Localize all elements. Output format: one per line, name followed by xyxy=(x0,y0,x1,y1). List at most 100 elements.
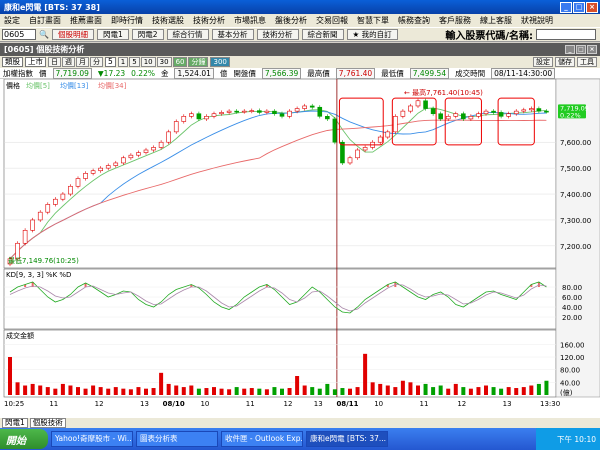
menu-item[interactable]: 推薦畫面 xyxy=(70,15,102,26)
period-button[interactable]: 週 xyxy=(62,57,75,67)
menu-item[interactable]: 技術選股 xyxy=(152,15,184,26)
volume-bar xyxy=(189,385,194,395)
volume-bar xyxy=(506,387,511,395)
volume-bar xyxy=(76,387,80,395)
candle xyxy=(423,100,428,109)
menu-item[interactable]: 即時行情 xyxy=(111,15,143,26)
volume-label: 成交金額 xyxy=(6,331,34,340)
volume-bar xyxy=(151,388,156,395)
candle xyxy=(136,152,141,156)
candle xyxy=(498,112,504,117)
bottom-tab[interactable]: 個股技術 xyxy=(29,418,66,428)
menu-item[interactable]: 線上客服 xyxy=(480,15,512,26)
stock-code-input[interactable]: 0605 xyxy=(2,29,36,40)
x-tick-label: 13 xyxy=(140,400,149,408)
quote-time: 08/11-14:30:00 xyxy=(491,67,556,79)
candle xyxy=(113,162,119,166)
market-select[interactable]: 上市 xyxy=(25,57,46,67)
volume-bar xyxy=(491,387,496,395)
volume-bar xyxy=(181,387,186,395)
search-input[interactable] xyxy=(536,29,596,40)
price-tick-label: 7,500.00 xyxy=(560,165,591,173)
volume-bar xyxy=(438,385,443,395)
technical-chart[interactable]: 7,600.00 7,500.00 7,400.00 7,300.00 7,200.00… xyxy=(0,79,600,418)
volume-bar xyxy=(280,388,284,395)
menu-item[interactable]: 盤後分析 xyxy=(275,15,307,26)
menu-item[interactable]: 交易回報 xyxy=(316,15,348,26)
menu-item[interactable]: 帳務查詢 xyxy=(398,15,430,26)
candle xyxy=(430,108,436,115)
candle xyxy=(302,105,307,109)
panel-maximize-button[interactable]: □ xyxy=(576,45,586,54)
menu-item[interactable]: 設定 xyxy=(4,15,20,26)
period-button[interactable]: 月 xyxy=(76,57,89,67)
volume-tick-label: 80.00 xyxy=(560,367,580,375)
candle xyxy=(68,185,73,195)
minute-button[interactable]: 30 xyxy=(156,57,172,67)
volume-bar xyxy=(68,385,73,395)
chart-tool-button[interactable]: 儲存 xyxy=(555,57,575,67)
toolbar-button[interactable]: 基本分析 xyxy=(211,29,254,40)
candle xyxy=(272,110,277,115)
kd-tick-label: 60.00 xyxy=(562,294,582,302)
candle xyxy=(461,113,466,120)
high-annotation: ← 最高7,761.40(10:45) xyxy=(404,88,483,97)
menu-item[interactable]: 市場訊息 xyxy=(234,15,266,26)
volume-bar xyxy=(98,387,103,395)
toolbar-button[interactable]: 技術分析 xyxy=(256,29,299,40)
favorites-button[interactable]: ★ 我的自訂 xyxy=(346,29,398,40)
minute-button[interactable]: 1 xyxy=(117,57,129,67)
search-icon[interactable]: 🔍 xyxy=(39,30,49,39)
candle xyxy=(226,110,232,113)
menu-item[interactable]: 狀視說明 xyxy=(521,15,553,26)
volume-bar xyxy=(128,389,133,395)
period-button[interactable]: 日 xyxy=(48,57,61,67)
menu-item[interactable]: 智慧下單 xyxy=(357,15,389,26)
toolbar-button[interactable]: 綜合新聞 xyxy=(301,29,344,40)
volume-bar xyxy=(461,387,466,395)
minute-button[interactable]: 5 xyxy=(129,57,140,67)
candle xyxy=(75,178,81,187)
toolbar-button[interactable]: 閃電2 xyxy=(131,29,164,40)
minute-button[interactable]: 10 xyxy=(140,57,156,67)
toolbar-button[interactable]: 閃電1 xyxy=(96,29,129,40)
panel-minimize-button[interactable]: _ xyxy=(565,45,575,54)
chart-tool-button[interactable]: 工具 xyxy=(577,57,597,67)
candle xyxy=(181,116,187,122)
candle xyxy=(340,141,345,164)
close-button[interactable]: × xyxy=(586,1,598,13)
volume-bar xyxy=(159,372,164,395)
volume-bar xyxy=(408,382,413,395)
panel-close-button[interactable]: × xyxy=(587,45,597,54)
taskbar-item[interactable]: Yahoo!奇摩股市 - Wi... xyxy=(51,431,133,447)
candle xyxy=(468,116,474,120)
period-button[interactable]: 分 xyxy=(90,57,103,67)
candle xyxy=(521,109,527,112)
menu-item[interactable]: 客戶服務 xyxy=(439,15,471,26)
volume-bar xyxy=(287,388,292,395)
toolbar-button[interactable]: 綜合行情 xyxy=(166,29,209,40)
minimize-button[interactable]: _ xyxy=(560,1,572,13)
current-pct-label: 0.22% xyxy=(560,111,581,119)
candle xyxy=(105,165,111,169)
menu-item[interactable]: 技術分析 xyxy=(193,15,225,26)
volume-bar xyxy=(400,380,405,395)
toolbar-button[interactable]: 個股明細 xyxy=(51,29,94,40)
taskbar-item[interactable]: 收件匣 - Outlook Exp... xyxy=(221,431,303,447)
bottom-tab[interactable]: 閃電1 xyxy=(2,418,28,428)
interval-select[interactable]: 5 xyxy=(105,57,116,67)
chart-tool-button[interactable]: 設定 xyxy=(533,57,553,67)
kd-tick-label: 80.00 xyxy=(562,284,582,292)
start-button[interactable]: 開始 xyxy=(0,429,48,449)
minute-button[interactable]: 60 xyxy=(172,57,188,67)
indicator-price-label: 價格 xyxy=(6,81,20,90)
x-tick-label: 11 xyxy=(49,400,58,408)
taskbar-item[interactable]: 康和e閃電 [BTS: 37... xyxy=(306,431,388,447)
menu-item[interactable]: 自訂畫面 xyxy=(29,15,61,26)
type-select[interactable]: 類股 xyxy=(2,57,23,67)
taskbar-item[interactable]: 圖表分析表 xyxy=(136,431,218,447)
panel-title: [0605] 個股技術分析 xyxy=(4,45,85,54)
count-field[interactable]: 300 xyxy=(210,57,230,67)
quote-pct: 0.22% xyxy=(131,68,155,78)
maximize-button[interactable]: □ xyxy=(573,1,585,13)
